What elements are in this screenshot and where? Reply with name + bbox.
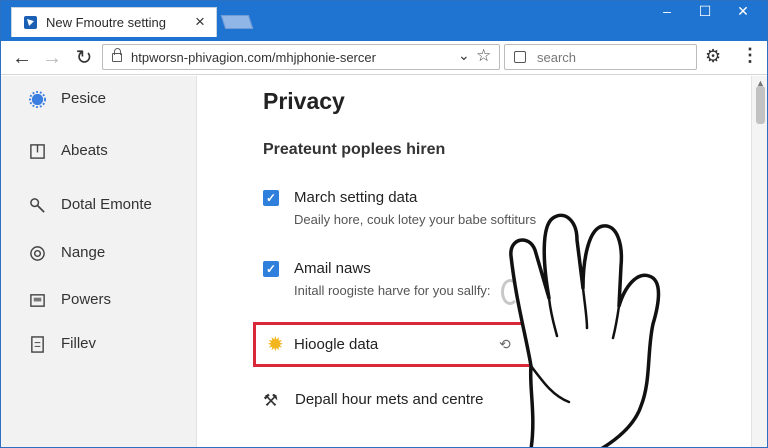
maximize-button[interactable]: ☐	[685, 1, 725, 23]
key-icon	[30, 198, 45, 213]
document-icon	[31, 336, 44, 353]
browser-window: New Fmoutre setting × – ☐ ✕ ← → ↻ htpwor…	[0, 0, 768, 448]
sidebar-item-label: Pesice	[61, 90, 107, 107]
back-arrow-icon[interactable]: ←	[9, 45, 35, 71]
sidebar-item-powers[interactable]: Powers	[25, 285, 195, 315]
sidebar-item-label: Powers	[61, 291, 112, 308]
menu-icon[interactable]: ⋮	[741, 45, 759, 66]
drive-icon	[30, 294, 45, 307]
setting-description: Initall roogiste harve for you sallfy:	[294, 283, 491, 298]
sun-icon: ✹	[267, 334, 284, 356]
new-tab-button[interactable]	[220, 15, 254, 29]
sidebar-item-label: Fillev	[61, 335, 97, 352]
title-bar: New Fmoutre setting × – ☐ ✕	[1, 1, 767, 41]
hand-cursor-icon	[509, 213, 661, 447]
section-title: Preateunt poplees hiren	[263, 141, 446, 158]
globe-icon	[30, 246, 45, 261]
search-input[interactable]: search	[504, 44, 697, 70]
setting-title: Amail naws	[294, 260, 371, 277]
sidebar-item-dotal-emonte[interactable]: Dotal Emonte	[25, 190, 195, 220]
tab-title: New Fmoutre setting	[46, 15, 166, 30]
sidebar-item-pesice[interactable]: Pesice	[25, 84, 195, 114]
browser-toolbar: ← → ↻ htpworsn-phivagion.com/mhjphonie-s…	[1, 41, 767, 75]
scrollbar-thumb[interactable]	[756, 86, 765, 124]
forward-arrow-icon[interactable]: →	[39, 45, 65, 71]
settings-sidebar: Pesice Abeats Dotal Emonte Nange Powers …	[1, 76, 197, 447]
sidebar-item-nange[interactable]: Nange	[25, 238, 195, 268]
search-icon	[514, 51, 526, 63]
tools-icon: ⚒	[263, 391, 279, 410]
page-title: Privacy	[263, 88, 345, 114]
star-icon[interactable]: ☆	[476, 46, 491, 66]
sidebar-item-label: Dotal Emonte	[61, 196, 152, 213]
lock-icon	[112, 48, 122, 62]
url-text[interactable]: htpworsn-phivagion.com/mhjphonie-sercer	[131, 50, 376, 65]
reload-icon[interactable]: ↻	[71, 45, 97, 71]
extension-icon[interactable]: ⚙	[705, 46, 721, 67]
highlighted-label: Hioogle data	[294, 336, 379, 353]
sidebar-item-abeats[interactable]: Abeats	[25, 136, 195, 166]
favicon-icon	[24, 16, 37, 29]
close-window-button[interactable]: ✕	[723, 1, 763, 23]
address-bar[interactable]: htpworsn-phivagion.com/mhjphonie-sercer …	[102, 44, 500, 70]
browser-tab[interactable]: New Fmoutre setting ×	[11, 7, 217, 37]
gear-icon	[29, 91, 46, 108]
checkbox[interactable]: ✓	[263, 190, 279, 206]
close-tab-icon[interactable]: ×	[192, 12, 208, 32]
chevron-down-icon[interactable]: ⌄	[458, 47, 470, 64]
sidebar-item-label: Abeats	[61, 142, 108, 159]
minimize-button[interactable]: –	[647, 1, 687, 23]
setting-title: March setting data	[294, 189, 418, 206]
search-placeholder: search	[537, 50, 577, 65]
checkbox[interactable]: ✓	[263, 261, 279, 277]
page-icon	[30, 144, 45, 159]
sidebar-item-fillev[interactable]: Fillev	[25, 329, 195, 359]
sidebar-item-label: Nange	[61, 244, 106, 261]
setting-item-label[interactable]: Depall hour mets and centre	[295, 391, 483, 408]
